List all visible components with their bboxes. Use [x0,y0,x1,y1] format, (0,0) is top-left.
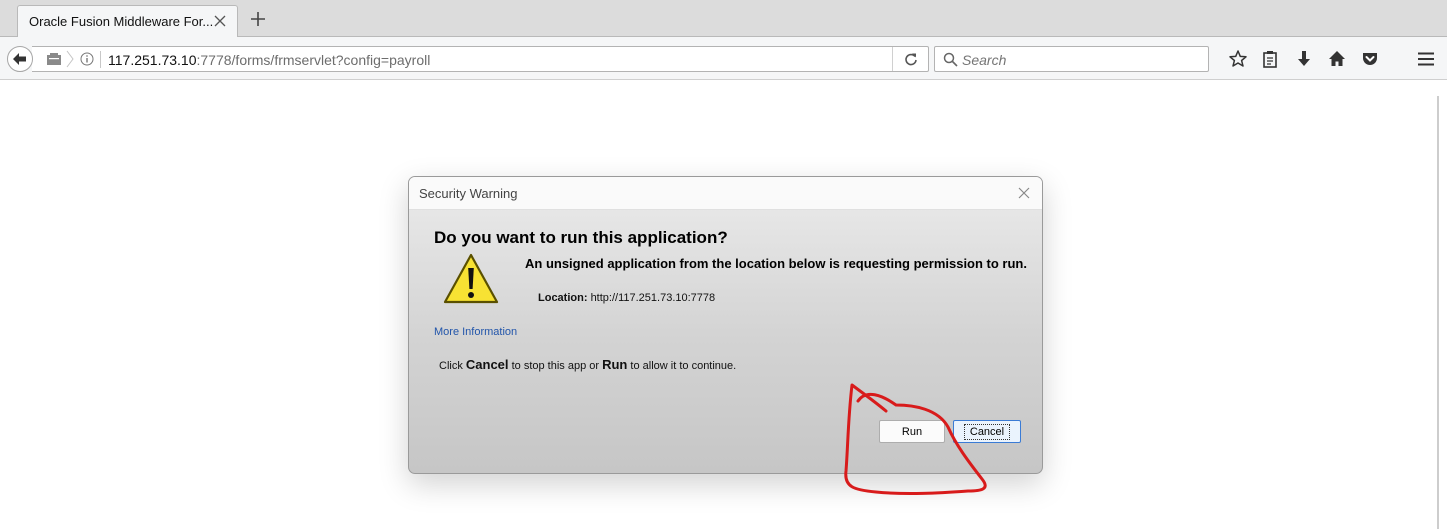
url-text[interactable]: 117.251.73.10:7778/forms/frmservlet?conf… [108,52,430,68]
instruction-cancel-word: Cancel [465,357,509,372]
page-scrollbar[interactable] [1437,96,1439,529]
close-icon[interactable] [1017,186,1031,200]
browser-tab[interactable]: Oracle Fusion Middleware For... [17,5,238,37]
location-label: Location: [538,292,588,304]
dialog-message: An unsigned application from the locatio… [525,256,1027,271]
search-bar[interactable]: Search [934,46,1209,72]
tab-title: Oracle Fusion Middleware For... [29,14,214,29]
reload-button[interactable] [892,47,928,71]
url-bar[interactable]: 117.251.73.10:7778/forms/frmservlet?conf… [32,46,929,72]
instruction-part-2: to stop this app or [508,360,603,372]
info-icon[interactable] [80,52,94,66]
search-input[interactable]: Search [962,52,1006,68]
url-host: 117.251.73.10 [108,52,197,68]
instruction-part-3: to allow it to continue. [627,360,737,372]
tab-strip: Oracle Fusion Middleware For... [0,0,1447,37]
pocket-icon[interactable] [1360,49,1380,69]
star-icon[interactable] [1228,49,1248,69]
warning-triangle-icon [443,253,499,304]
chevron-right-icon [66,50,74,68]
url-path: :7778/forms/frmservlet?config=payroll [196,52,431,68]
navigation-bar: 117.251.73.10:7778/forms/frmservlet?conf… [0,37,1447,80]
instruction-part-1: Click [439,360,466,372]
hamburger-menu-icon[interactable] [1416,49,1436,69]
page-identity-icon[interactable] [47,53,61,65]
dialog-location: Location: http://117.251.73.10:7778 [538,292,715,304]
home-icon[interactable] [1327,49,1347,69]
dialog-instruction: Click Cancel to stop this app or Run to … [439,357,736,372]
url-separator [100,51,101,68]
search-icon [943,52,958,67]
dialog-heading: Do you want to run this application? [434,228,728,247]
dialog-title: Security Warning [419,186,518,201]
dialog-titlebar[interactable]: Security Warning [409,177,1042,210]
instruction-run-word: Run [602,357,628,372]
clipboard-icon[interactable] [1260,49,1280,69]
new-tab-icon[interactable] [250,11,266,27]
red-annotation-scribble [844,383,987,496]
back-arrow-icon [13,53,26,65]
more-information-link[interactable]: More Information [434,326,517,338]
back-button[interactable] [7,46,33,72]
reload-icon [905,53,917,66]
download-arrow-icon[interactable] [1294,49,1314,69]
location-value: http://117.251.73.10:7778 [590,292,716,304]
close-icon[interactable] [213,14,227,28]
